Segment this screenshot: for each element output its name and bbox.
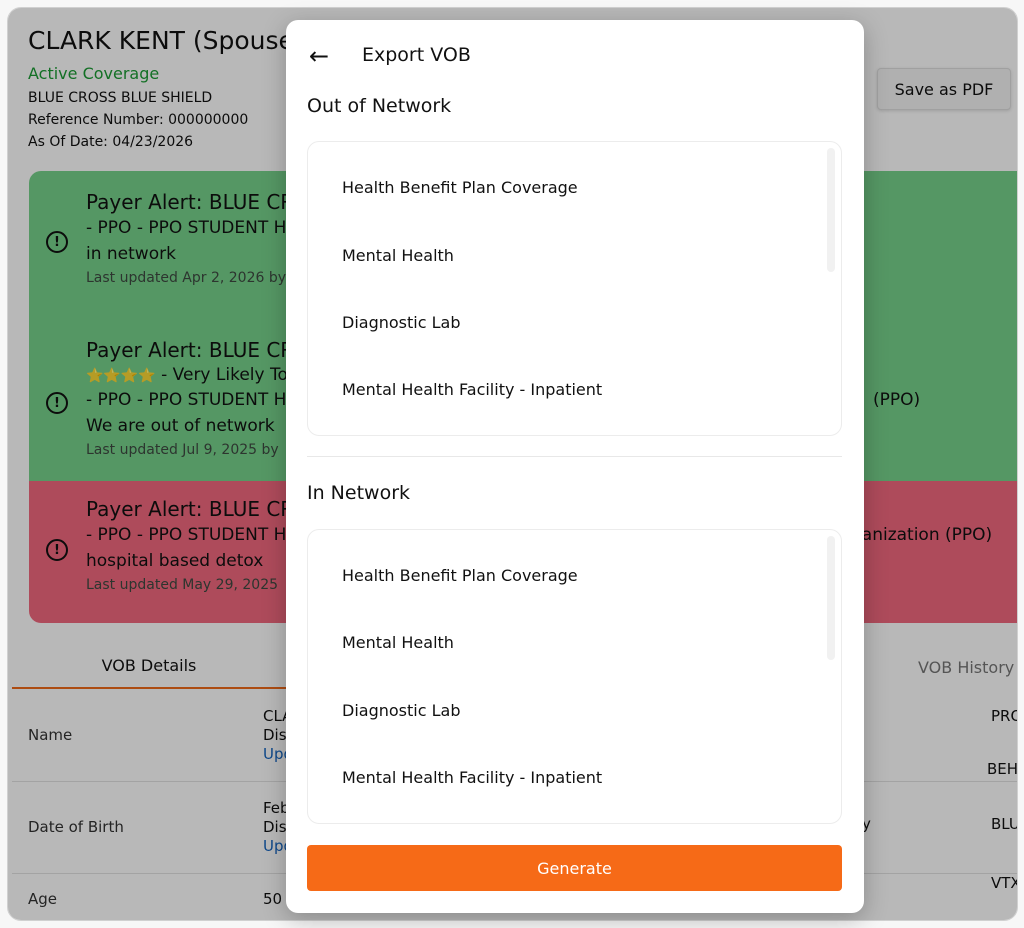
export-vob-dialog: ← Export VOB Out of Network Health Benef…	[286, 20, 864, 913]
in-network-heading: In Network	[307, 482, 411, 504]
list-item[interactable]: Mental Health Facility - Inpatient	[342, 768, 602, 787]
section-divider	[307, 456, 842, 457]
list-item[interactable]: Diagnostic Lab	[342, 701, 460, 720]
list-item[interactable]: Mental Health	[342, 246, 454, 265]
list-scrollbar[interactable]	[827, 148, 835, 272]
list-item[interactable]: Mental Health Facility - Inpatient	[342, 380, 602, 399]
list-item[interactable]: Mental Health	[342, 633, 454, 652]
list-item[interactable]: Diagnostic Lab	[342, 313, 460, 332]
back-arrow-icon[interactable]: ←	[306, 42, 332, 70]
generate-button[interactable]: Generate	[307, 845, 842, 891]
dialog-title: Export VOB	[362, 44, 471, 66]
list-item[interactable]: Health Benefit Plan Coverage	[342, 178, 578, 197]
in-network-list[interactable]: Health Benefit Plan Coverage Mental Heal…	[307, 529, 842, 824]
list-scrollbar[interactable]	[827, 536, 835, 660]
out-of-network-list[interactable]: Health Benefit Plan Coverage Mental Heal…	[307, 141, 842, 436]
list-item[interactable]: Health Benefit Plan Coverage	[342, 566, 578, 585]
out-of-network-heading: Out of Network	[307, 95, 452, 117]
